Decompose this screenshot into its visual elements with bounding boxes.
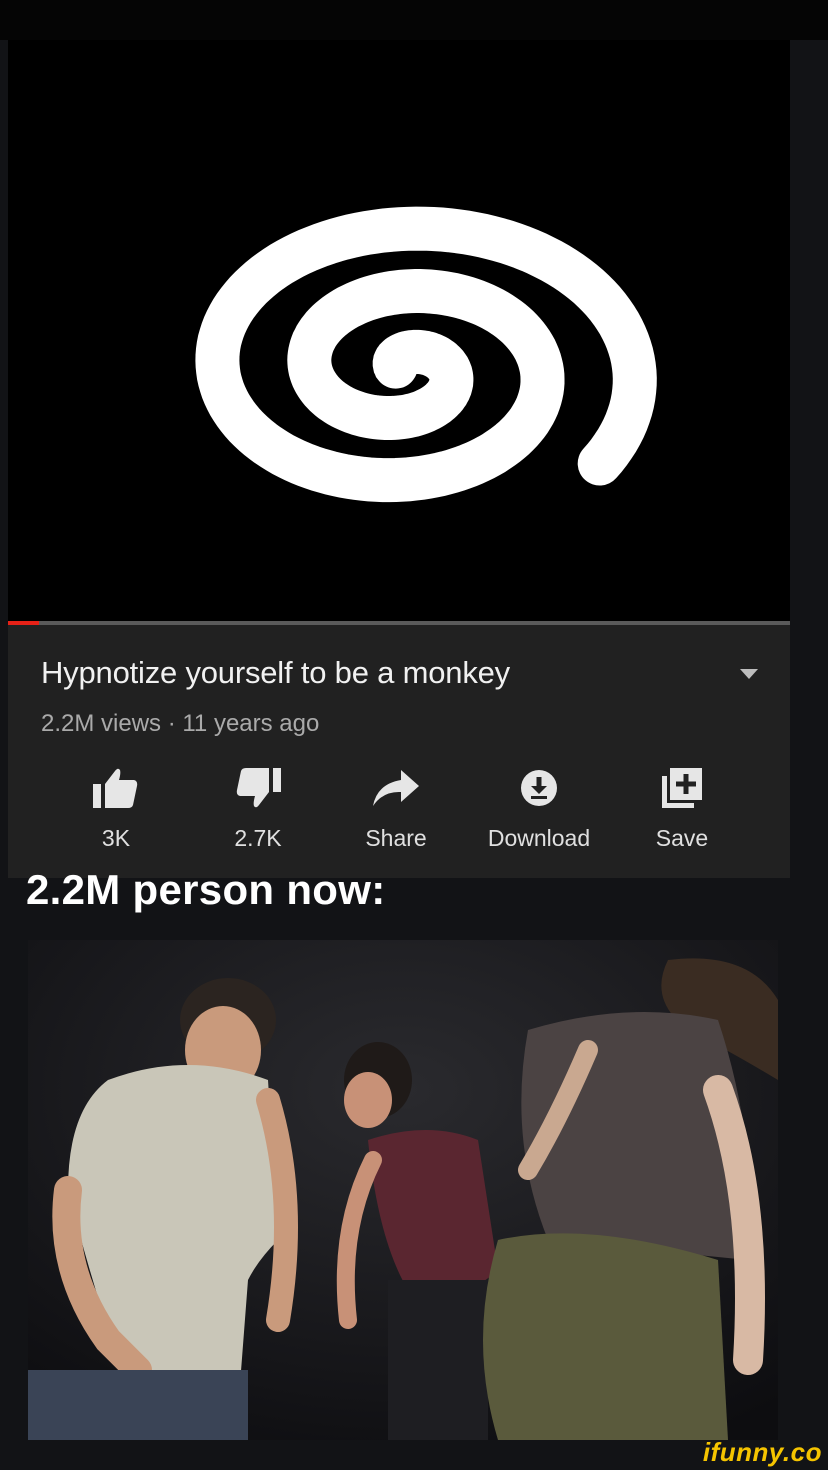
video-player[interactable] bbox=[8, 40, 790, 622]
download-icon bbox=[516, 765, 562, 811]
thumbs-up-icon bbox=[93, 765, 139, 811]
meme-caption: 2.2M person now: bbox=[26, 866, 386, 913]
dislike-count: 2.7K bbox=[234, 825, 282, 851]
top-strip bbox=[0, 0, 828, 40]
ifunny-watermark: ifunny.co bbox=[702, 1437, 822, 1467]
share-button[interactable]: Share bbox=[326, 765, 466, 855]
video-meta: 2.2M views · 11 years ago bbox=[41, 710, 320, 737]
download-button[interactable]: Download bbox=[469, 765, 609, 855]
save-button[interactable]: Save bbox=[612, 765, 752, 855]
like-count: 3K bbox=[101, 825, 131, 851]
video-title: Hypnotize yourself to be a monkey bbox=[41, 655, 510, 690]
hypnotic-spiral-image bbox=[8, 40, 790, 622]
chevron-down-icon[interactable] bbox=[740, 669, 758, 679]
share-icon bbox=[373, 765, 419, 811]
thumbs-down-icon bbox=[235, 765, 281, 811]
save-label: Save bbox=[655, 825, 709, 851]
dislike-button[interactable]: 2.7K bbox=[188, 765, 328, 855]
like-button[interactable]: 3K bbox=[46, 765, 186, 855]
save-playlist-icon bbox=[659, 765, 705, 811]
download-label: Download bbox=[487, 825, 591, 851]
video-info-panel: Hypnotize yourself to be a monkey 2.2M v… bbox=[8, 625, 790, 878]
share-label: Share bbox=[365, 825, 427, 851]
people-acting-like-monkeys-photo bbox=[28, 940, 778, 1440]
